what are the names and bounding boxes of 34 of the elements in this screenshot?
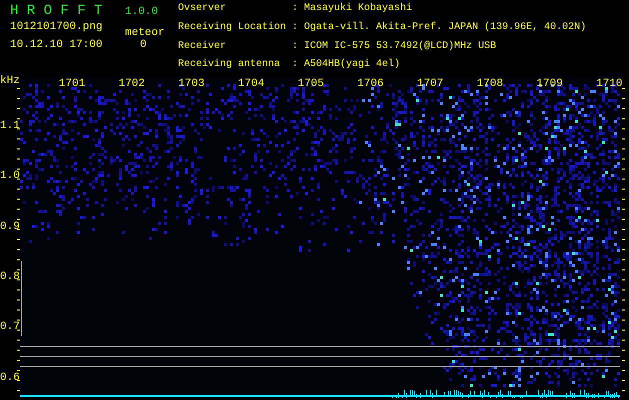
axis-label: 1703: [178, 79, 205, 90]
axis-label: 1708: [476, 79, 504, 90]
colon: :: [292, 3, 298, 16]
app-title: H R O F F T: [10, 3, 104, 19]
axis-label: 0.6: [0, 372, 20, 384]
info-value: ICOM IC-575 53.7492(@LCD)MHz USB: [304, 40, 498, 54]
meteor-count: 0: [139, 39, 147, 53]
axis-label: 1.0: [0, 171, 20, 182]
axis-label: 1705: [298, 79, 324, 90]
axis-label: 1707: [416, 79, 444, 90]
info-label: Receiver: [178, 40, 228, 54]
colon: :: [292, 40, 298, 54]
colon: :: [292, 59, 298, 72]
axis-label: 0.9: [0, 222, 20, 233]
info-label: Ovserver: [178, 3, 228, 16]
file-name: 1012101700.png: [10, 21, 104, 33]
axis-label: 0.7: [0, 322, 20, 334]
axis-label: 1706: [357, 79, 384, 90]
info-value: A504HB(yagi 4el): [304, 59, 402, 72]
info-value: Ogata-vill. Akita-Pref. JAPAN (139.96E, 40.02N): [304, 22, 586, 35]
axis-label: 1.1: [0, 121, 20, 132]
date-time: 10.12.10 17:00: [10, 39, 104, 53]
meteor-label: meteor: [125, 27, 166, 39]
info-value: Masayuki Kobayashi: [304, 3, 414, 16]
info-label: Receiving antenna: [178, 59, 282, 72]
axis-label: 1702: [118, 79, 145, 90]
colon: :: [292, 22, 298, 35]
axis-label: 1709: [536, 79, 563, 90]
axis-label: 1704: [238, 79, 264, 90]
axis-label: 1710: [596, 79, 622, 90]
axis-label: 0.8: [0, 272, 20, 283]
unit-label: kHz: [0, 76, 20, 87]
axis-label: 1701: [58, 79, 86, 90]
info-label: Receiving Location: [178, 22, 286, 35]
